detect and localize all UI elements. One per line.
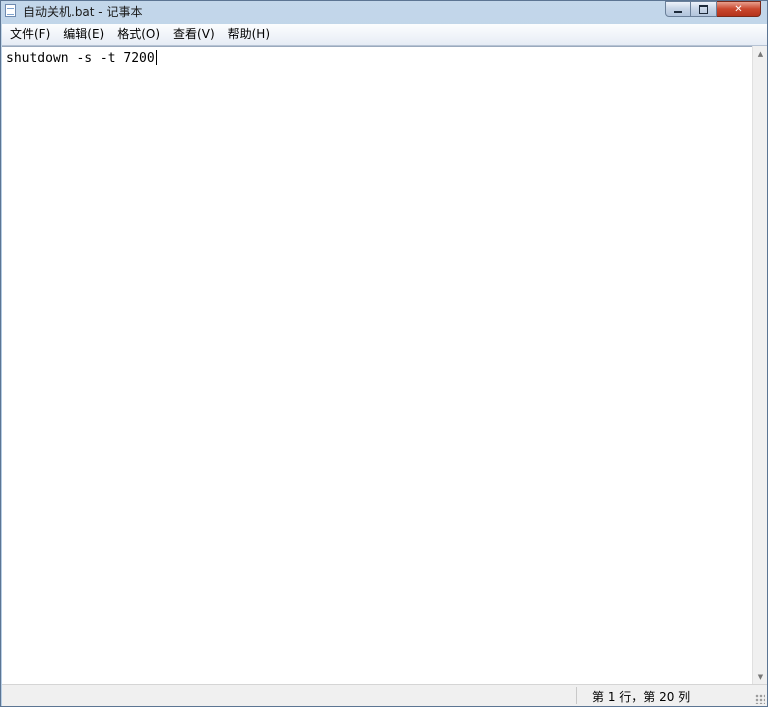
text-editor[interactable]: shutdown -s -t 7200 [2,46,752,685]
status-divider [576,687,577,704]
status-bar: 第 1 行，第 20 列 [2,684,767,706]
caption-buttons: ✕ [665,1,761,19]
maximize-button[interactable] [691,1,717,17]
minimize-icon [674,11,682,13]
editor-line: shutdown -s -t 7200 [6,51,155,66]
minimize-button[interactable] [665,1,691,17]
menu-file[interactable]: 文件(F) [2,25,55,44]
window-title: 自动关机.bat - 记事本 [23,5,143,19]
notepad-icon[interactable] [5,4,16,17]
resize-grip-icon[interactable] [755,694,765,704]
maximize-icon [699,4,708,14]
close-button[interactable]: ✕ [717,1,761,17]
menu-help[interactable]: 帮助(H) [220,25,275,44]
cursor-position: 第 1 行，第 20 列 [592,690,691,704]
notepad-window: 自动关机.bat - 记事本 ✕ 文件(F) 编辑(E) 格式(O) 查看(V)… [0,0,768,707]
close-icon: ✕ [734,3,743,15]
editor-content[interactable]: shutdown -s -t 7200 [6,50,157,66]
vertical-scrollbar[interactable]: ▲ ▼ [752,46,767,684]
scroll-down-button[interactable]: ▼ [753,669,768,684]
scroll-up-button[interactable]: ▲ [753,46,768,61]
title-bar[interactable]: 自动关机.bat - 记事本 ✕ [1,1,767,21]
scroll-up-icon: ▲ [757,49,764,58]
menu-bar: 文件(F) 编辑(E) 格式(O) 查看(V) 帮助(H) [2,24,767,46]
menu-edit[interactable]: 编辑(E) [55,25,109,44]
text-caret [155,50,157,65]
menu-format[interactable]: 格式(O) [109,25,165,44]
scroll-down-icon: ▼ [757,672,764,681]
menu-view[interactable]: 查看(V) [165,25,220,44]
